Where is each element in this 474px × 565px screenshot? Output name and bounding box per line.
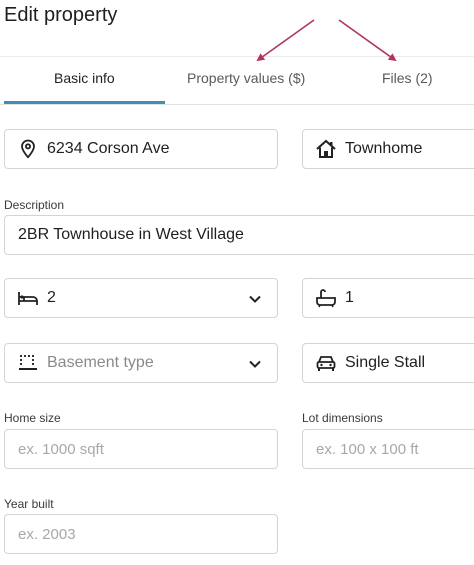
home-size-input[interactable]: ex. 1000 sqft <box>4 429 278 469</box>
address-field[interactable]: 6234 Corson Ave <box>4 129 278 169</box>
bathrooms-value: 1 <box>345 289 354 306</box>
parking-select[interactable]: Single Stall <box>302 343 474 383</box>
bathtub-icon <box>315 287 337 309</box>
tab-files[interactable]: Files (2) <box>382 70 433 86</box>
annotation-arrow-left <box>256 19 315 62</box>
tab-property-values[interactable]: Property values ($) <box>187 70 305 86</box>
description-label: Description <box>4 198 65 212</box>
basement-placeholder: Basement type <box>47 354 154 371</box>
chevron-down-icon[interactable] <box>247 356 263 372</box>
basement-select[interactable]: Basement type <box>4 343 278 383</box>
tab-basic-info[interactable]: Basic info <box>54 70 115 86</box>
page-title: Edit property <box>4 4 118 26</box>
home-size-placeholder: ex. 1000 sqft <box>18 440 104 458</box>
lot-dimensions-placeholder: ex. 100 x 100 ft <box>316 440 419 458</box>
property-type-select[interactable]: Townhome <box>302 129 474 169</box>
header-divider <box>0 56 474 57</box>
lot-dimensions-label: Lot dimensions <box>302 411 383 425</box>
location-pin-icon <box>17 138 39 160</box>
address-value: 6234 Corson Ave <box>47 140 170 157</box>
description-value: 2BR Townhouse in West Village <box>18 226 244 243</box>
annotation-arrow-right <box>338 19 397 62</box>
bedrooms-value: 2 <box>47 289 56 306</box>
tabs-divider <box>0 104 474 105</box>
basement-grid-icon <box>17 352 39 374</box>
bathrooms-select[interactable]: 1 <box>302 278 474 318</box>
car-icon <box>315 352 337 374</box>
bed-icon <box>17 287 39 309</box>
property-type-value: Townhome <box>345 140 423 157</box>
home-size-label: Home size <box>4 411 61 425</box>
year-built-input[interactable]: ex. 2003 <box>4 514 278 554</box>
bedrooms-select[interactable]: 2 <box>4 278 278 318</box>
lot-dimensions-input[interactable]: ex. 100 x 100 ft <box>302 429 474 469</box>
year-built-label: Year built <box>4 497 54 511</box>
chevron-down-icon[interactable] <box>247 291 263 307</box>
description-input[interactable]: 2BR Townhouse in West Village <box>4 215 474 255</box>
year-built-placeholder: ex. 2003 <box>18 525 76 543</box>
house-icon <box>315 138 337 160</box>
parking-value: Single Stall <box>345 354 426 371</box>
